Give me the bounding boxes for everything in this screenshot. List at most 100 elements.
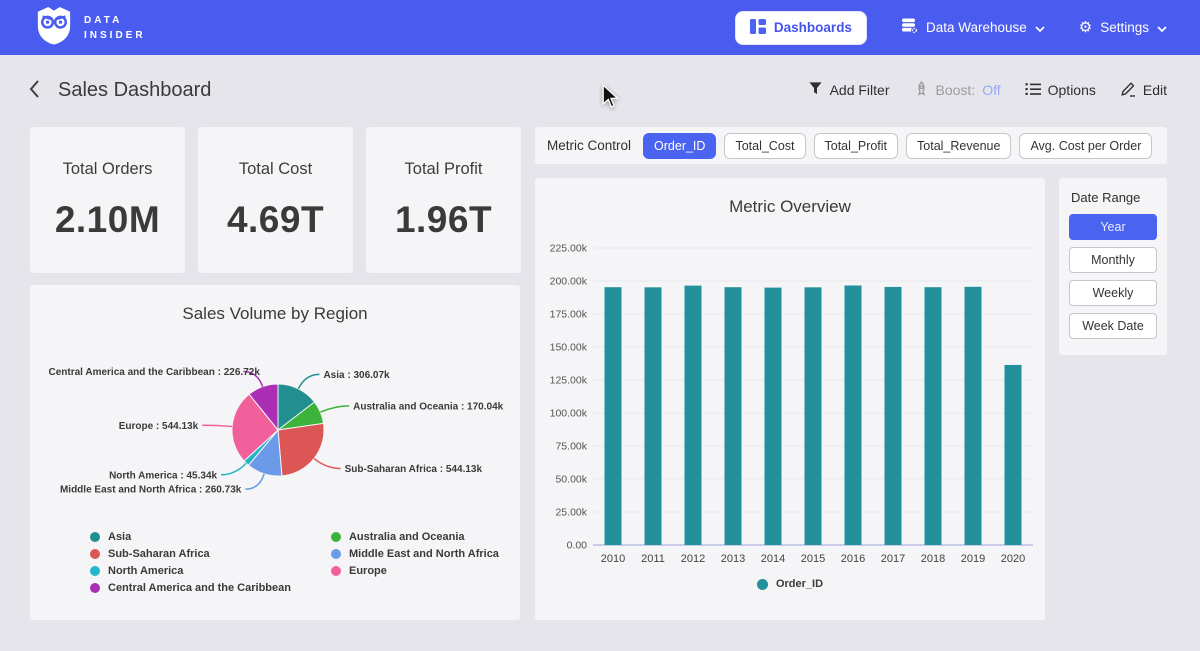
pie-label: Central America and the Caribbean : 226.… <box>49 367 261 378</box>
edit-button[interactable]: Edit <box>1120 80 1167 100</box>
x-axis-label: 2014 <box>761 553 785 565</box>
date-range-option-week-date[interactable]: Week Date <box>1069 313 1157 339</box>
legend-dot <box>90 532 100 542</box>
x-axis-label: 2011 <box>641 553 665 565</box>
chevron-down-icon <box>1157 20 1167 35</box>
bar-2014[interactable] <box>765 288 782 545</box>
bar-2018[interactable] <box>925 287 942 545</box>
bar-chart[interactable]: 0.00 25.00k 50.00k 75.00k 100.00k 125.00k 150.… <box>535 223 1045 575</box>
date-range-option-monthly[interactable]: Monthly <box>1069 247 1157 273</box>
bar-2019[interactable] <box>965 287 982 545</box>
kpi-label: Total Profit <box>405 160 483 179</box>
legend-dot <box>90 566 100 576</box>
y-axis-tick: 75.00k <box>555 441 587 453</box>
dashboards-grid-icon <box>750 19 766 37</box>
database-icon <box>901 18 918 37</box>
pie-chart-title: Sales Volume by Region <box>30 285 520 324</box>
y-axis-tick: 125.00k <box>550 375 588 387</box>
date-range-option-weekly[interactable]: Weekly <box>1069 280 1157 306</box>
metric-option-total-profit[interactable]: Total_Profit <box>814 133 899 159</box>
boost-value: Off <box>982 82 1000 98</box>
pencil-icon <box>1120 80 1136 100</box>
navbar-right: Dashboards Data Warehouse <box>735 11 1167 45</box>
kpi-value: 4.69T <box>227 199 324 241</box>
y-axis-tick: 0.00 <box>567 540 588 552</box>
data-warehouse-menu[interactable]: Data Warehouse <box>901 18 1045 37</box>
data-warehouse-label: Data Warehouse <box>926 20 1027 35</box>
legend-item-middle-east-and-north-africa[interactable]: Middle East and North Africa <box>331 548 499 560</box>
x-axis-label: 2010 <box>601 553 625 565</box>
x-axis-label: 2012 <box>681 553 705 565</box>
metric-control-label: Metric Control <box>547 138 631 153</box>
page-header: Sales Dashboard Add Filter Boost: Off <box>0 55 1200 125</box>
legend-item-australia-and-oceania[interactable]: Australia and Oceania <box>331 531 499 543</box>
metric-option-avg-cost-per-order[interactable]: Avg. Cost per Order <box>1019 133 1152 159</box>
bar-2015[interactable] <box>805 287 822 545</box>
legend-label: Order_ID <box>776 578 823 590</box>
x-axis-label: 2013 <box>721 553 745 565</box>
x-axis-label: 2019 <box>961 553 985 565</box>
kpi-label: Total Cost <box>239 160 312 179</box>
bar-2013[interactable] <box>725 287 742 545</box>
y-axis-tick: 25.00k <box>555 507 587 519</box>
legend-label: Middle East and North Africa <box>349 548 499 560</box>
legend-item-asia[interactable]: Asia <box>90 531 291 543</box>
y-axis-tick: 100.00k <box>550 408 588 420</box>
y-axis-tick: 225.00k <box>550 243 588 255</box>
legend-label: North America <box>108 565 183 577</box>
pie-chart[interactable]: Asia : 306.07kAustralia and Oceania : 17… <box>30 327 520 527</box>
dashboards-button[interactable]: Dashboards <box>735 11 867 45</box>
pie-label: Australia and Oceania : 170.04k <box>353 401 504 412</box>
bar-2016[interactable] <box>845 285 862 545</box>
date-range-option-year[interactable]: Year <box>1069 214 1157 240</box>
bar-chart-title: Metric Overview <box>535 178 1045 217</box>
bar-2012[interactable] <box>685 286 702 545</box>
kpi-card: Total Orders2.10M <box>30 127 185 273</box>
pie-slice-sub-saharan-africa[interactable] <box>278 423 324 475</box>
x-axis-label: 2020 <box>1001 553 1025 565</box>
date-range-buttons: Year Monthly Weekly Week Date <box>1069 214 1157 339</box>
x-axis-label: 2015 <box>801 553 825 565</box>
add-filter-button[interactable]: Add Filter <box>808 81 890 99</box>
kpi-card: Total Profit 1.96T <box>366 127 521 273</box>
y-axis-tick: 150.00k <box>550 342 588 354</box>
legend-label: Asia <box>108 531 131 543</box>
metric-option-total-cost[interactable]: Total_Cost <box>724 133 805 159</box>
settings-menu[interactable]: ⚙ Settings <box>1079 20 1167 35</box>
legend-label: Sub-Saharan Africa <box>108 548 210 560</box>
rocket-icon <box>914 81 929 100</box>
y-axis-tick: 50.00k <box>555 474 587 486</box>
x-axis-label: 2018 <box>921 553 945 565</box>
kpi-value: 2.10M <box>55 199 160 241</box>
boost-toggle[interactable]: Boost: Off <box>914 81 1001 100</box>
pie-label: North America : 45.34k <box>109 470 217 481</box>
legend-item-order_id[interactable]: Order_ID <box>757 578 823 590</box>
options-button[interactable]: Options <box>1025 82 1096 99</box>
sales-dashboard-app: DATA INSIDER Dashboards <box>0 0 1200 651</box>
legend-item-central-america-and-the-caribbean[interactable]: Central America and the Caribbean <box>90 582 291 594</box>
metric-option-order-id[interactable]: Order_ID <box>643 133 716 159</box>
bar-2017[interactable] <box>885 287 902 545</box>
bar-2011[interactable] <box>645 287 662 545</box>
brand-logo[interactable]: DATA INSIDER <box>35 5 146 50</box>
pie-label: Middle East and North Africa : 260.73k <box>60 485 242 496</box>
date-range-panel: Date Range Year Monthly Weekly Week Date <box>1059 178 1167 355</box>
kpi-value: 1.96T <box>395 199 492 241</box>
settings-label: Settings <box>1100 20 1149 35</box>
filter-funnel-icon <box>808 81 823 99</box>
metric-option-total-revenue[interactable]: Total_Revenue <box>906 133 1011 159</box>
dashboards-label: Dashboards <box>774 20 852 35</box>
legend-item-europe[interactable]: Europe <box>331 565 499 577</box>
header-actions: Add Filter Boost: Off <box>808 80 1167 100</box>
bar-2010[interactable] <box>605 287 622 545</box>
bar-2020[interactable] <box>1005 365 1022 545</box>
gear-icon: ⚙ <box>1079 20 1092 35</box>
brand-text: DATA INSIDER <box>84 13 146 43</box>
legend-item-north-america[interactable]: North America <box>90 565 291 577</box>
date-range-label: Date Range <box>1071 190 1157 205</box>
legend-item-sub-saharan-africa[interactable]: Sub-Saharan Africa <box>90 548 291 560</box>
back-button[interactable] <box>28 79 40 102</box>
pie-label: Sub-Saharan Africa : 544.13k <box>345 464 483 475</box>
top-navbar: DATA INSIDER Dashboards <box>0 0 1200 55</box>
pie-label: Europe : 544.13k <box>119 421 199 432</box>
